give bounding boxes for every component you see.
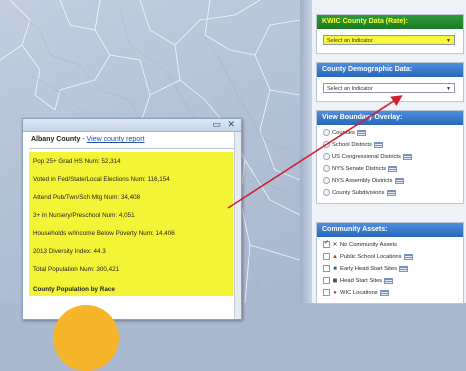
legend-icon xyxy=(402,153,412,160)
county-stats-highlight: Pop 25+ Grad HS Num: 52,314 Voted in Fed… xyxy=(29,152,233,296)
boundary-option-label: NYS Senate Districts xyxy=(332,166,387,173)
county-name: Albany County xyxy=(31,136,81,143)
popup-county-line: Albany County - View county report xyxy=(31,136,144,143)
boundary-title: View Boundary Overlay: xyxy=(317,111,463,125)
demographic-indicator-select[interactable]: Select an Indicator ▼ xyxy=(323,83,455,93)
assets-title: Community Assets: xyxy=(317,223,463,237)
legend-icon xyxy=(386,189,396,196)
legend-icon xyxy=(403,253,413,260)
asset-label: WIC Locations xyxy=(340,290,378,297)
popup-title-bar[interactable]: ▭ ✕ xyxy=(23,119,241,132)
demographic-select-value: Select an Indicator xyxy=(327,86,373,92)
kwic-indicator-select[interactable]: Select an Indicator ▼ xyxy=(323,35,455,45)
checkbox-icon[interactable] xyxy=(323,253,330,260)
popup-divider xyxy=(29,148,235,149)
boundary-option-label: NYS Assembly Districts xyxy=(332,178,393,185)
boundary-option-assembly[interactable]: NYS Assembly Districts xyxy=(323,177,404,184)
chevron-down-icon: ▼ xyxy=(446,38,451,44)
boundary-option-subdivisions[interactable]: County Subdivisions xyxy=(323,189,396,196)
stat-diversity: 2013 Diversity Index: 44.3 xyxy=(33,248,106,255)
legend-icon xyxy=(399,265,409,272)
boundary-option-label: US Congressional Districts xyxy=(332,154,401,161)
asset-head-start[interactable]: ◼ Head Start Sites xyxy=(323,277,394,285)
boundary-option-school-districts[interactable]: School Districts xyxy=(323,141,383,148)
asset-no-community-assets[interactable]: ✕No Community Assets xyxy=(323,239,398,249)
no-assets-icon: ✕ xyxy=(332,242,338,249)
kwic-group: KWIC County Data (Rate): Select an Indic… xyxy=(316,14,464,54)
asset-wic[interactable]: ● WIC Locations xyxy=(323,289,389,296)
asset-early-head-start[interactable]: ■ Early Head Start Sites xyxy=(323,265,409,273)
school-icon: ▲ xyxy=(332,254,338,261)
race-chart-title: County Population by Race xyxy=(33,286,115,293)
popup-scrollbar[interactable] xyxy=(234,132,241,319)
kwic-select-value: Select an Indicator xyxy=(327,38,373,44)
boundary-option-label: School Districts xyxy=(332,142,372,149)
control-panel: KWIC County Data (Rate): Select an Indic… xyxy=(312,0,466,304)
demographic-group: County Demographic Data: Select an Indic… xyxy=(316,62,464,102)
popup-window-buttons[interactable]: ▭ ✕ xyxy=(212,119,237,130)
early-head-start-icon: ■ xyxy=(333,266,337,273)
race-pie-chart xyxy=(53,305,119,371)
legend-icon xyxy=(356,129,366,136)
radio-icon[interactable] xyxy=(323,177,330,184)
boundary-group: View Boundary Overlay: Counties School D… xyxy=(316,110,464,204)
county-info-popup: ▭ ✕ Albany County - View county report P… xyxy=(22,118,242,371)
asset-public-schools[interactable]: ▲ Public School Locations xyxy=(323,253,413,260)
legend-icon xyxy=(394,177,404,184)
checkbox-icon[interactable] xyxy=(323,239,330,248)
boundary-option-senate[interactable]: NYS Senate Districts xyxy=(323,165,398,173)
asset-label: Head Start Sites xyxy=(340,278,383,285)
boundary-option-label: County Subdivisions xyxy=(332,190,385,197)
stat-nursery: 3+ in Nursery/Preschool Num: 4,051 xyxy=(33,212,135,219)
radio-icon[interactable] xyxy=(323,189,330,196)
map-panel-divider xyxy=(300,0,312,303)
stat-attend-mtg: Attend Pub/Twn/Sch Mtg Num: 34,408 xyxy=(33,194,141,201)
radio-icon[interactable] xyxy=(323,165,330,172)
legend-icon xyxy=(373,141,383,148)
checkbox-icon[interactable] xyxy=(323,277,330,284)
stat-poverty: Households w/Income Below Poverty Num: 1… xyxy=(33,230,175,237)
asset-label: Early Head Start Sites xyxy=(340,266,398,273)
boundary-option-congressional[interactable]: US Congressional Districts xyxy=(323,153,412,160)
asset-label: No Community Assets xyxy=(340,242,398,249)
boundary-option-label: Counties xyxy=(332,130,355,137)
head-start-icon: ◼ xyxy=(332,278,338,285)
radio-icon[interactable] xyxy=(323,153,330,160)
wic-icon: ● xyxy=(333,290,337,297)
stat-total-pop: Total Population Num: 300,421 xyxy=(33,266,120,273)
chevron-down-icon: ▼ xyxy=(446,86,451,92)
demographic-title: County Demographic Data: xyxy=(317,63,463,77)
legend-icon xyxy=(384,277,394,284)
asset-label: Public School Locations xyxy=(340,254,402,261)
assets-group: Community Assets: ✕No Community Assets ▲… xyxy=(316,222,464,304)
legend-icon xyxy=(388,165,398,172)
radio-icon[interactable] xyxy=(323,129,330,136)
stat-voted: Voted in Fed/State/Local Elections Num: … xyxy=(33,176,170,183)
view-county-report-link[interactable]: View county report xyxy=(87,136,145,143)
radio-icon[interactable] xyxy=(323,141,330,148)
stat-hs-grad: Pop 25+ Grad HS Num: 52,314 xyxy=(33,158,121,165)
legend-icon xyxy=(379,289,389,296)
kwic-title: KWIC County Data (Rate): xyxy=(317,15,463,29)
checkbox-icon[interactable] xyxy=(323,265,330,272)
boundary-option-counties[interactable]: Counties xyxy=(323,129,366,136)
checkbox-icon[interactable] xyxy=(323,289,330,296)
